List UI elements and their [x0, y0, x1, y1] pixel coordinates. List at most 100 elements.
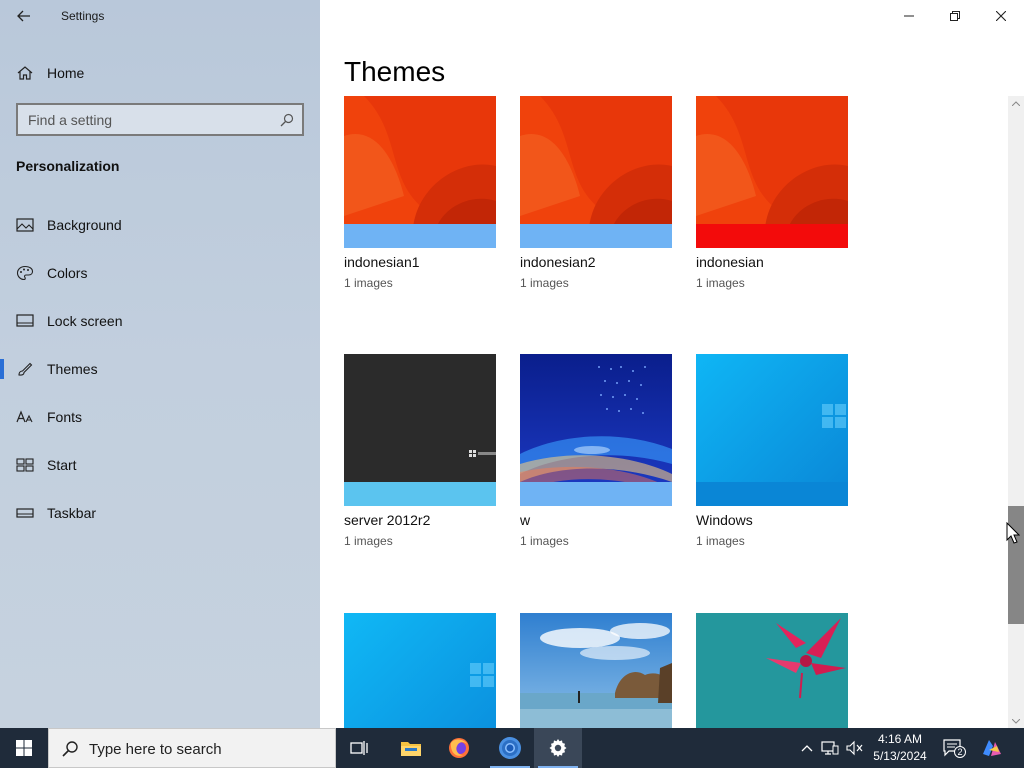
mouse-cursor-icon: [1006, 522, 1020, 544]
sidebar-item-start[interactable]: Start: [0, 445, 320, 485]
close-button[interactable]: [978, 0, 1024, 32]
notification-count-badge: 2: [954, 746, 966, 758]
windows-light-wallpaper: [344, 613, 496, 728]
theme-name: w: [520, 512, 531, 528]
theme-accent-bar: [520, 224, 672, 248]
theme-image-count: 1 images: [696, 534, 745, 548]
firefox-icon: [449, 738, 469, 758]
sidebar-item-label: Start: [47, 457, 77, 473]
scroll-down-button[interactable]: [1008, 714, 1024, 728]
minimize-icon: [904, 15, 914, 17]
chrome-button[interactable]: [486, 728, 534, 768]
sidebar-item-label: Home: [47, 65, 85, 81]
sidebar-item-lock-screen[interactable]: Lock screen: [0, 301, 320, 341]
volume-tray-button[interactable]: [845, 738, 865, 758]
theme-thumbnail: [696, 96, 848, 248]
sidebar-item-themes[interactable]: Themes: [0, 349, 320, 389]
theme-image-count: 1 images: [520, 276, 569, 290]
network-tray-button[interactable]: [820, 738, 840, 758]
theme-thumbnail: [696, 613, 848, 728]
settings-taskbar-button[interactable]: [534, 728, 582, 768]
theme-image-count: 1 images: [696, 276, 745, 290]
beach-wallpaper: [520, 613, 672, 728]
lock-screen-icon: [16, 314, 34, 327]
font-icon: [16, 410, 33, 423]
chevron-up-icon: [1012, 100, 1020, 106]
taskbar-icon: [16, 508, 34, 518]
minimize-button[interactable]: [886, 0, 932, 32]
title-bar-left: Settings: [0, 0, 320, 32]
action-center-button[interactable]: 2: [941, 738, 966, 758]
scroll-up-button[interactable]: [1008, 96, 1024, 110]
theme-accent-bar: [696, 482, 848, 506]
sidebar-item-label: Taskbar: [47, 505, 97, 521]
sidebar-item-background[interactable]: Background: [0, 205, 320, 245]
vertical-scrollbar[interactable]: [1008, 96, 1024, 728]
sidebar-item-label: Themes: [47, 361, 98, 377]
app-title: Settings: [61, 9, 105, 23]
picture-icon: [16, 218, 34, 232]
windows-logo-icon: [16, 740, 32, 756]
theme-card-flower[interactable]: [696, 613, 848, 728]
restore-icon: [950, 11, 960, 21]
theme-name: indonesian1: [344, 254, 420, 270]
clock-time: 4:16 AM: [877, 732, 923, 746]
theme-card-windows-light[interactable]: [344, 613, 496, 728]
gear-icon: [549, 739, 567, 757]
theme-image-count: 1 images: [344, 534, 393, 548]
theme-name: server 2012r2: [344, 512, 431, 528]
taskbar: Type here to search 4:16 AM 5/13/2024 2: [0, 728, 1024, 768]
taskbar-clock[interactable]: 4:16 AM 5/13/2024: [868, 731, 932, 765]
clock-date: 5/13/2024: [873, 749, 927, 763]
theme-thumbnail: [520, 613, 672, 728]
volume-muted-icon: [846, 740, 863, 756]
theme-thumbnail: [696, 354, 848, 506]
theme-thumbnail: [344, 613, 496, 728]
sidebar-item-home[interactable]: Home: [0, 56, 320, 90]
active-indicator: [0, 359, 4, 379]
theme-card-beach[interactable]: [520, 613, 672, 728]
theme-thumbnail: [344, 354, 496, 506]
show-hidden-icons-button[interactable]: [797, 738, 817, 758]
taskbar-search-box[interactable]: Type here to search: [48, 728, 336, 768]
back-arrow-icon: [17, 10, 30, 22]
theme-image-count: 1 images: [520, 534, 569, 548]
theme-name: indonesian2: [520, 254, 596, 270]
search-icon[interactable]: [280, 113, 294, 127]
theme-name: Windows: [696, 512, 753, 528]
file-explorer-button[interactable]: [387, 728, 435, 768]
sidebar-item-taskbar[interactable]: Taskbar: [0, 493, 320, 533]
task-view-icon: [350, 741, 368, 755]
theme-card-indonesian2[interactable]: indonesian2 1 images: [520, 96, 672, 290]
network-icon: [821, 741, 839, 755]
theme-thumbnail: [520, 354, 672, 506]
themes-grid: indonesian1 1 images indonesian2 1 image…: [344, 96, 984, 728]
sidebar-item-colors[interactable]: Colors: [0, 253, 320, 293]
theme-card-server-2012r2[interactable]: server 2012r2 1 images: [344, 354, 496, 548]
taskbar-search-placeholder: Type here to search: [89, 741, 222, 758]
home-icon: [17, 66, 33, 80]
search-icon: [62, 741, 78, 757]
theme-card-windows[interactable]: Windows 1 images: [696, 354, 848, 548]
sidebar-item-label: Background: [47, 217, 122, 233]
brush-icon: [18, 362, 33, 376]
section-title: Personalization: [16, 158, 120, 174]
theme-accent-bar: [696, 224, 848, 248]
back-button[interactable]: [8, 2, 40, 30]
task-view-button[interactable]: [336, 728, 384, 768]
find-setting-input[interactable]: [18, 105, 268, 134]
theme-accent-bar: [344, 482, 496, 506]
copilot-tray-button[interactable]: [980, 738, 1004, 758]
chevron-up-icon: [801, 745, 813, 752]
start-grid-icon: [16, 458, 34, 472]
theme-accent-bar: [344, 224, 496, 248]
theme-thumbnail: [344, 96, 496, 248]
theme-card-indonesian[interactable]: indonesian 1 images: [696, 96, 848, 290]
start-button[interactable]: [0, 728, 48, 768]
restore-button[interactable]: [932, 0, 978, 32]
firefox-button[interactable]: [435, 728, 483, 768]
sidebar-item-fonts[interactable]: Fonts: [0, 397, 320, 437]
theme-card-indonesian1[interactable]: indonesian1 1 images: [344, 96, 496, 290]
theme-card-w[interactable]: w 1 images: [520, 354, 672, 548]
close-icon: [996, 11, 1006, 21]
